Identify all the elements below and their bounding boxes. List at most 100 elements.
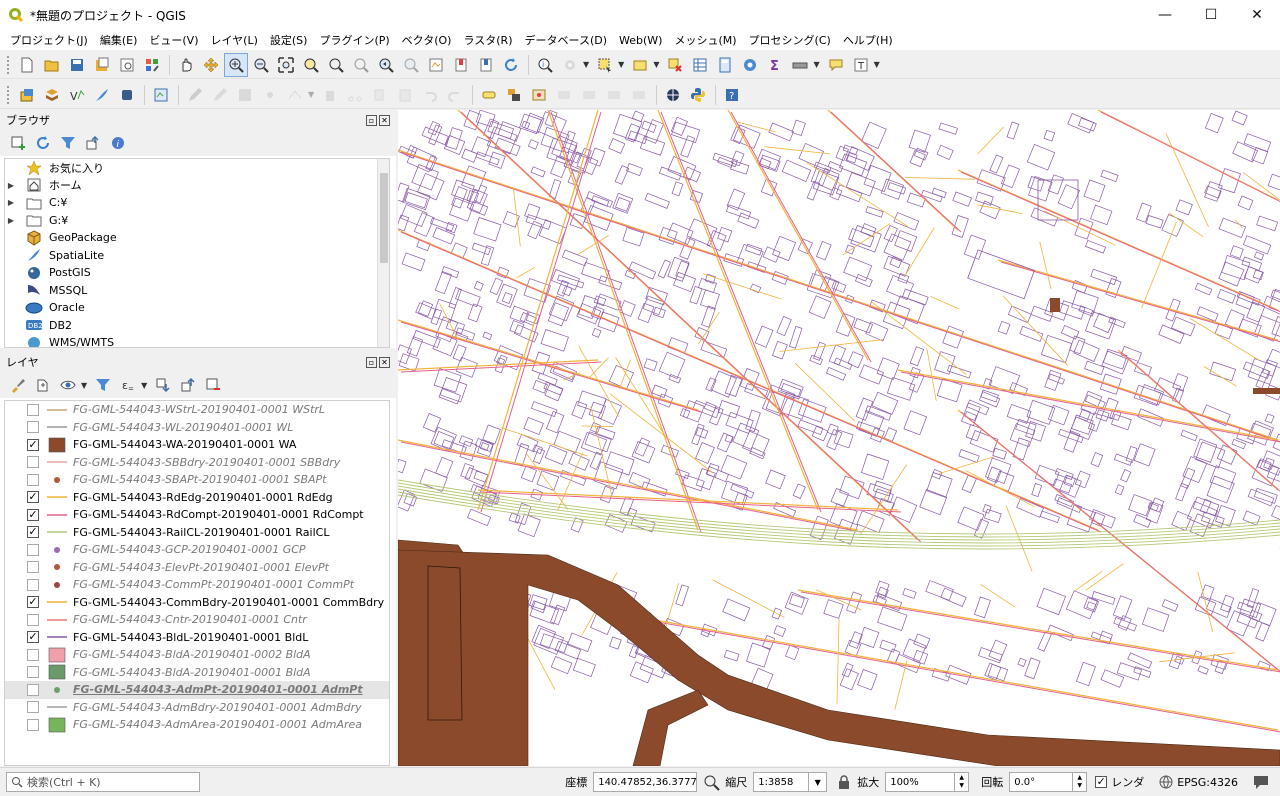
collapse-all-layers-button[interactable] [176, 373, 200, 397]
toggle-editing-button[interactable] [208, 83, 232, 107]
browser-item-geopackage[interactable]: GeoPackage [5, 229, 389, 247]
magnifier-field[interactable]: 100% [885, 772, 956, 792]
layer-visibility-checkbox[interactable]: ✓ [27, 596, 39, 609]
float-panel-button[interactable]: ▫ [366, 356, 377, 368]
layer-item[interactable]: ✓ FG-GML-544043-CommBdry-20190401-0001 Co… [5, 594, 389, 612]
layer-item[interactable]: FG-GML-544043-Cntr-20190401-0001 Cntr [5, 611, 389, 629]
layer-item[interactable]: FG-GML-544043-BldA-20190401-0001 BldA [5, 664, 389, 682]
browser-item-oracle[interactable]: Oracle [5, 299, 389, 317]
browser-item-mssql[interactable]: MSSQL [5, 282, 389, 300]
layer-visibility-checkbox[interactable] [27, 456, 39, 469]
save-edits-button[interactable] [233, 83, 257, 107]
layer-visibility-checkbox[interactable] [27, 578, 39, 591]
float-panel-button[interactable]: ▫ [366, 114, 377, 126]
menu-vector[interactable]: ベクタ(O) [396, 32, 458, 48]
messages-icon[interactable] [1252, 774, 1270, 790]
zoom-full-button[interactable] [274, 53, 298, 77]
add-group-button[interactable] [31, 373, 55, 397]
layer-visibility-checkbox[interactable] [27, 683, 39, 696]
layer-visibility-checkbox[interactable] [27, 421, 39, 434]
expand-arrow-icon[interactable]: ▶ [5, 216, 17, 225]
zoom-native-button[interactable] [349, 53, 373, 77]
save-project-button[interactable] [65, 53, 89, 77]
chevron-down-icon[interactable]: ▼ [583, 60, 589, 69]
edit-button[interactable] [183, 83, 207, 107]
actions-button[interactable] [558, 53, 582, 77]
map-canvas[interactable] [398, 110, 1280, 766]
chevron-down-icon[interactable]: ▼ [653, 60, 659, 69]
close-button[interactable]: ✕ [1234, 0, 1280, 30]
coordinate-toggle-icon[interactable] [703, 773, 721, 791]
layer-visibility-checkbox[interactable] [27, 473, 39, 486]
measure-button[interactable] [788, 53, 812, 77]
chevron-down-icon[interactable]: ▼ [308, 90, 314, 99]
identify-button[interactable]: i [533, 53, 557, 77]
new-project-button[interactable] [15, 53, 39, 77]
rotation-spinner[interactable]: ▲ ▼ [1073, 772, 1088, 792]
browser-item-wms-wmts[interactable]: WMS/WMTS [5, 334, 389, 347]
menu-view[interactable]: ビュー(V) [143, 32, 204, 48]
crs-button[interactable]: EPSG:4326 [1177, 776, 1238, 789]
toolbar-grip[interactable] [6, 54, 10, 75]
browser-item-[interactable]: ▶ ホーム [5, 177, 389, 195]
layer-visibility-checkbox[interactable] [27, 561, 39, 574]
data-source-manager-button[interactable] [15, 83, 39, 107]
zoom-out-button[interactable] [249, 53, 273, 77]
chevron-down-icon[interactable]: ▼ [81, 381, 87, 390]
magnifier-spinner[interactable]: ▲ ▼ [955, 772, 970, 792]
pan-button[interactable] [174, 53, 198, 77]
layer-item[interactable]: FG-GML-544043-AdmPt-20190401-0001 AdmPt [5, 681, 389, 699]
new-geopackage-button[interactable] [149, 83, 173, 107]
change-label-button[interactable] [627, 83, 651, 107]
filter-legend-button[interactable] [91, 373, 115, 397]
filter-expression-button[interactable]: ε = [116, 373, 140, 397]
layer-visibility-checkbox[interactable]: ✓ [27, 526, 39, 539]
render-checkbox[interactable]: ✓ [1095, 776, 1108, 788]
menu-processing[interactable]: プロセシング(C) [743, 32, 837, 48]
field-calculator-button[interactable] [713, 53, 737, 77]
manage-visibility-button[interactable] [56, 373, 80, 397]
layer-item[interactable]: FG-GML-544043-GCP-20190401-0001 GCP [5, 541, 389, 559]
map-tips-button[interactable] [824, 53, 848, 77]
add-db-layer-button[interactable] [115, 83, 139, 107]
browser-filter-button[interactable] [56, 131, 80, 155]
browser-scrollbar[interactable] [377, 159, 389, 347]
menu-edit[interactable]: 編集(E) [94, 32, 144, 48]
undo-button[interactable] [418, 83, 442, 107]
attribute-table-button[interactable] [688, 53, 712, 77]
layer-visibility-checkbox[interactable] [27, 403, 39, 416]
layer-visibility-checkbox[interactable]: ✓ [27, 631, 39, 644]
add-feature-button[interactable] [258, 83, 282, 107]
layer-item[interactable]: FG-GML-544043-AdmBdry-20190401-0001 AdmB… [5, 699, 389, 717]
lock-icon[interactable] [837, 774, 851, 790]
zoom-next-button[interactable] [399, 53, 423, 77]
label-tool-button[interactable] [477, 83, 501, 107]
show-labels-button[interactable] [552, 83, 576, 107]
close-panel-button[interactable]: ✕ [379, 114, 390, 126]
menu-help[interactable]: ヘルプ(H) [837, 32, 899, 48]
layer-visibility-checkbox[interactable] [27, 701, 39, 714]
close-panel-button[interactable]: ✕ [379, 356, 390, 368]
zoom-to-selection-button[interactable] [299, 53, 323, 77]
deselect-button[interactable] [663, 53, 687, 77]
chevron-down-icon[interactable]: ▼ [141, 381, 147, 390]
browser-refresh-button[interactable] [31, 131, 55, 155]
menu-settings[interactable]: 設定(S) [264, 32, 314, 48]
properties-button[interactable]: i [106, 131, 130, 155]
refresh-button[interactable] [499, 53, 523, 77]
menu-mesh[interactable]: メッシュ(M) [668, 32, 742, 48]
layer-labeling-button[interactable] [502, 83, 526, 107]
layer-visibility-checkbox[interactable] [27, 666, 39, 679]
layer-visibility-checkbox[interactable]: ✓ [27, 438, 39, 451]
browser-item-[interactable]: お気に入り [5, 159, 389, 177]
add-spatialite-button[interactable] [90, 83, 114, 107]
menu-raster[interactable]: ラスタ(R) [457, 32, 518, 48]
browser-item-db2[interactable]: DB2 DB2 [5, 317, 389, 335]
scale-dropdown-button[interactable]: ▼ [809, 772, 828, 792]
layer-item[interactable]: FG-GML-544043-WL-20190401-0001 WL [5, 419, 389, 437]
help-button[interactable]: ? [720, 83, 744, 107]
redo-button[interactable] [443, 83, 467, 107]
text-annotation-button[interactable]: T [849, 53, 873, 77]
gps-plugin-button[interactable] [661, 83, 685, 107]
menu-project[interactable]: プロジェクト(J) [4, 32, 94, 48]
